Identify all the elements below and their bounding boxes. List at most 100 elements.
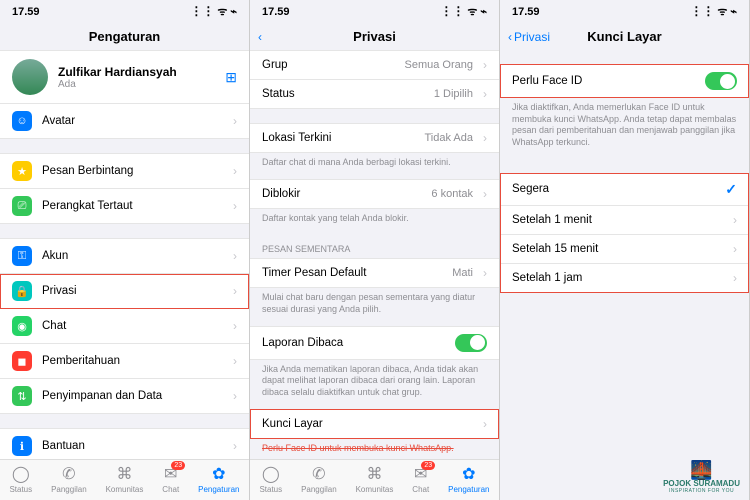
tab-status[interactable]: ◯Status: [259, 464, 282, 494]
tab-chat[interactable]: ✉Chat23: [162, 464, 179, 494]
row-label: Perlu Face ID: [512, 75, 695, 87]
chevron-right-icon: ›: [233, 284, 237, 298]
tab-pengaturan[interactable]: ✿Pengaturan: [448, 464, 489, 494]
tab-panggilan[interactable]: ✆Panggilan: [51, 464, 87, 494]
settings-row[interactable]: ◉Chat›: [0, 309, 249, 344]
tab-icon: ✿: [462, 464, 475, 484]
status-indicators: ⋮⋮ᯤ⌁: [190, 4, 237, 19]
settings-row[interactable]: ⎚ Perangkat Tertaut ›: [0, 189, 249, 224]
row-icon: ⚿: [12, 246, 32, 266]
tab-komunitas[interactable]: ⌘Komunitas: [106, 464, 144, 494]
checkmark-icon: ✓: [725, 181, 737, 198]
row-label: Perangkat Tertaut: [42, 200, 223, 212]
chevron-right-icon: ›: [233, 354, 237, 368]
nav-bar: ‹ Privasi Kunci Layar: [500, 23, 749, 50]
row-label: Status: [262, 88, 424, 100]
row-label: Segera: [512, 183, 715, 195]
settings-row[interactable]: ◼ Pemberitahuan ›: [0, 344, 249, 379]
profile-row[interactable]: Zulfikar Hardiansyah Ada ⊞: [0, 50, 249, 104]
bridge-icon: 🌉: [663, 461, 740, 479]
settings-row[interactable]: ★Pesan Berbintang›: [0, 153, 249, 189]
settings-row[interactable]: Kunci Layar ›: [250, 409, 499, 439]
status-bar: 17.59 ⋮⋮ᯤ⌁: [0, 0, 249, 23]
tab-icon: ✆: [312, 464, 325, 484]
badge: 23: [171, 461, 185, 470]
settings-row[interactable]: Laporan Dibaca: [250, 326, 499, 360]
settings-row[interactable]: 🔒 Privasi ›: [0, 274, 249, 309]
tab-icon: ⌘: [366, 464, 382, 484]
chevron-right-icon: ›: [483, 266, 487, 280]
row-label: Grup: [262, 59, 395, 71]
row-value: Mati: [452, 267, 473, 279]
row-label: Chat: [42, 320, 223, 332]
chevron-right-icon: ›: [483, 58, 487, 72]
nav-bar: ‹ Privasi: [250, 23, 499, 50]
row-icon: ★: [12, 161, 32, 181]
status-bar: 17.59 ⋮⋮ᯤ⌁: [500, 0, 749, 23]
settings-row[interactable]: GrupSemua Orang›: [250, 50, 499, 80]
tab-status[interactable]: ◯Status: [9, 464, 32, 494]
row-label: Lokasi Terkini: [262, 132, 414, 144]
privacy-pane: 17.59 ⋮⋮ᯤ⌁ ‹ Privasi GrupSemua Orang›Sta…: [250, 0, 500, 500]
row-label: Setelah 1 menit: [512, 214, 723, 226]
settings-row[interactable]: Setelah 15 menit ›: [500, 235, 749, 264]
tab-komunitas[interactable]: ⌘Komunitas: [356, 464, 394, 494]
nav-bar: Pengaturan: [0, 23, 249, 50]
row-label: Akun: [42, 250, 223, 262]
row-icon: ⎚: [12, 196, 32, 216]
row-value: 6 kontak: [431, 188, 473, 200]
nav-title: Privasi: [353, 29, 396, 44]
settings-row[interactable]: Setelah 1 jam›: [500, 264, 749, 293]
nav-title: Kunci Layar: [587, 29, 661, 44]
profile-status: Ada: [58, 79, 215, 90]
row-label: Bantuan: [42, 440, 223, 452]
row-label: Pemberitahuan: [42, 355, 223, 367]
row-label: Setelah 15 menit: [512, 243, 723, 255]
tab-bar: ◯Status ✆Panggilan ⌘Komunitas ✉Chat23 ✿Penga…: [250, 459, 499, 500]
settings-row[interactable]: Timer Pesan DefaultMati›: [250, 258, 499, 288]
chevron-right-icon: ›: [483, 87, 487, 101]
settings-row[interactable]: Lokasi TerkiniTidak Ada›: [250, 123, 499, 153]
settings-row[interactable]: Diblokir6 kontak›: [250, 179, 499, 209]
toggle-switch[interactable]: [705, 72, 737, 90]
toggle-switch[interactable]: [455, 334, 487, 352]
tab-chat[interactable]: ✉Chat23: [412, 464, 429, 494]
chevron-right-icon: ›: [483, 131, 487, 145]
tab-icon: ◯: [262, 464, 280, 484]
avatar-icon: ☺: [12, 111, 32, 131]
row-value: 1 Dipilih: [434, 88, 473, 100]
status-time: 17.59: [12, 6, 40, 18]
settings-row[interactable]: ℹBantuan›: [0, 428, 249, 459]
settings-row[interactable]: Segera ✓: [500, 173, 749, 206]
tab-pengaturan[interactable]: ✿Pengaturan: [198, 464, 239, 494]
row-label: Laporan Dibaca: [262, 337, 445, 349]
chevron-right-icon: ›: [483, 187, 487, 201]
back-button[interactable]: ‹ Privasi: [508, 30, 550, 44]
chevron-right-icon: ›: [233, 199, 237, 213]
chevron-right-icon: ›: [233, 114, 237, 128]
row-label: Kunci Layar: [262, 418, 473, 430]
chevron-right-icon: ›: [733, 242, 737, 256]
settings-pane: 17.59 ⋮⋮ᯤ⌁ Pengaturan Zulfikar Hardiansy…: [0, 0, 250, 500]
settings-row[interactable]: ⇅Penyimpanan dan Data›: [0, 379, 249, 414]
badge: 23: [421, 461, 435, 470]
row-label: Privasi: [42, 285, 223, 297]
row-label: Setelah 1 jam: [512, 272, 723, 284]
chevron-right-icon: ›: [233, 164, 237, 178]
row-icon: ◼: [12, 351, 32, 371]
tab-bar: ◯Status ✆Panggilan ⌘Komunitas ✉Chat23 ✿Penga…: [0, 459, 249, 500]
back-button[interactable]: ‹: [258, 30, 262, 44]
tab-icon: ✿: [212, 464, 225, 484]
qr-icon[interactable]: ⊞: [225, 69, 237, 86]
settings-row[interactable]: Setelah 1 menit ›: [500, 206, 749, 235]
settings-row[interactable]: Status 1 Dipilih ›: [250, 80, 499, 109]
chevron-right-icon: ›: [483, 417, 487, 431]
row-icon: 🔒: [12, 281, 32, 301]
tab-panggilan[interactable]: ✆Panggilan: [301, 464, 337, 494]
settings-row[interactable]: Perlu Face ID: [500, 64, 749, 98]
avatar-row[interactable]: ☺ Avatar ›: [0, 104, 249, 139]
settings-row[interactable]: ⚿Akun›: [0, 238, 249, 274]
screenlock-pane: 17.59 ⋮⋮ᯤ⌁ ‹ Privasi Kunci Layar Perlu F…: [500, 0, 750, 500]
chevron-right-icon: ›: [733, 213, 737, 227]
watermark: 🌉 POJOK SURAMADU INSPIRATION FOR YOU: [663, 461, 740, 494]
